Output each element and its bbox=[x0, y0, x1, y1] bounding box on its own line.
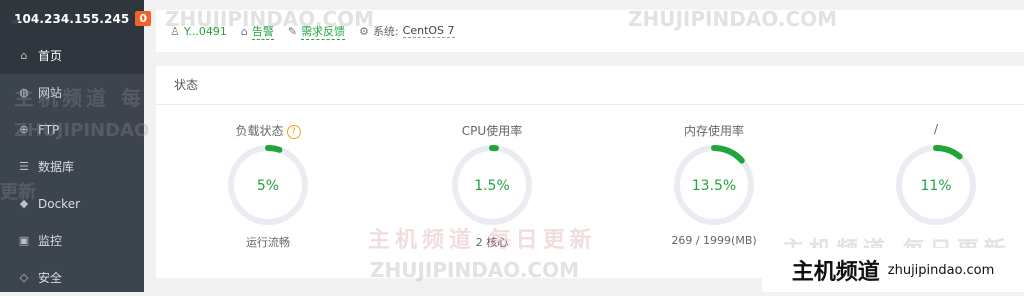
feedback-label: 需求反馈 bbox=[301, 24, 346, 40]
home-icon: ⌂ bbox=[20, 49, 28, 62]
gauge-footer: 2 核心 bbox=[475, 236, 509, 249]
system-info: ⚙ 系统: CentOS 7 bbox=[359, 23, 455, 39]
database-icon: ☰ bbox=[19, 160, 29, 173]
sidebar-item-label: 数据库 bbox=[38, 160, 75, 174]
help-icon[interactable]: ? bbox=[286, 124, 301, 139]
gauge-2[interactable]: 内存使用率 13.5% 269 / 1999(MB) bbox=[634, 122, 794, 247]
sidebar-item-4[interactable]: ◆ Docker bbox=[0, 185, 144, 222]
gauge-label-text: 负载状态 bbox=[235, 124, 284, 138]
sidebar-item-label: 安全 bbox=[38, 271, 63, 285]
gauge-1[interactable]: CPU使用率 1.5% 2 核心 bbox=[412, 122, 572, 250]
gauge-0[interactable]: 负载状态? 5% 运行流畅 bbox=[188, 122, 348, 250]
sidebar-item-1[interactable]: ◍ 网站 bbox=[0, 74, 144, 111]
gauge-label-text: / bbox=[933, 122, 939, 136]
bell-icon: ⌂ bbox=[240, 24, 248, 38]
status-panel: 状态 负载状态? 5% 运行流畅 CPU使用率 1.5% 2 核心 内存使用率 13.5% 26… bbox=[156, 66, 1024, 278]
sidebar-item-5[interactable]: ▣ 监控 bbox=[0, 222, 144, 259]
alarm-label: 告警 bbox=[251, 24, 274, 40]
server-info-bar: ♙ Y...0491 ⌂ 告警 ✎ 需求反馈 ⚙ 系统: CentOS 7 bbox=[156, 10, 1024, 52]
gauge-value: 13.5% bbox=[692, 178, 736, 194]
sidebar-item-2[interactable]: ⊕ FTP bbox=[0, 111, 144, 148]
sidebar-item-label: Docker bbox=[38, 196, 81, 211]
sidebar-item-label: 监控 bbox=[38, 234, 63, 248]
server-header[interactable]: 104.234.155.245 0 bbox=[0, 0, 152, 37]
globe-icon: ◍ bbox=[19, 86, 29, 99]
brand-name: 主机频道 bbox=[791, 259, 880, 285]
gauge-ring: 1.5% bbox=[452, 145, 532, 225]
gauge-3[interactable]: / 11% bbox=[856, 122, 1016, 234]
gauge-ring: 11% bbox=[896, 145, 976, 225]
gauge-label: / bbox=[856, 122, 1016, 138]
gear-icon: ⚙ bbox=[359, 24, 369, 38]
gauge-value: 5% bbox=[257, 178, 279, 194]
user-name: Y...0491 bbox=[183, 24, 227, 38]
server-ip: 104.234.155.245 bbox=[14, 11, 130, 26]
gauge-label: CPU使用率 bbox=[412, 122, 572, 138]
sidebar: 104.234.155.245 0 ⌂ 首页 ◍ 网站 ⊕ FTP ☰ 数据库 ◆ Docker ▣… bbox=[0, 0, 152, 292]
gauge-label-text: 内存使用率 bbox=[683, 124, 744, 138]
notification-badge[interactable]: 0 bbox=[135, 11, 152, 26]
system-value: CentOS 7 bbox=[402, 24, 455, 38]
gauge-value: 11% bbox=[920, 178, 951, 194]
sidebar-item-label: 网站 bbox=[38, 86, 63, 100]
brand-watermark: 主机频道 zhujipindao.com bbox=[762, 248, 1024, 292]
feedback-link[interactable]: ✎ 需求反馈 bbox=[287, 23, 346, 40]
gauge-label: 负载状态? bbox=[188, 122, 348, 139]
sidebar-item-3[interactable]: ☰ 数据库 bbox=[0, 148, 144, 185]
gauge-label-text: CPU使用率 bbox=[461, 124, 523, 138]
docker-icon: ◆ bbox=[19, 197, 29, 210]
gauge-footer: 运行流畅 bbox=[246, 236, 290, 249]
shield-icon: ◇ bbox=[19, 271, 29, 284]
gauge-footer: 269 / 1999(MB) bbox=[671, 234, 757, 247]
status-title: 状态 bbox=[156, 66, 1024, 105]
monitor-icon: ▣ bbox=[18, 234, 30, 247]
gauge-value: 1.5% bbox=[474, 178, 510, 194]
sidebar-item-6[interactable]: ◇ 安全 bbox=[0, 259, 144, 296]
sidebar-nav: ⌂ 首页 ◍ 网站 ⊕ FTP ☰ 数据库 ◆ Docker ▣ 监控 ◇ 安全 bbox=[0, 37, 144, 296]
gauge-ring: 13.5% bbox=[674, 145, 754, 225]
gauge-label: 内存使用率 bbox=[634, 122, 794, 138]
brand-url: zhujipindao.com bbox=[887, 262, 995, 278]
sidebar-item-label: FTP bbox=[38, 122, 60, 137]
ftp-icon: ⊕ bbox=[19, 123, 29, 136]
gauge-ring: 5% bbox=[228, 145, 308, 225]
alarm-link[interactable]: ⌂ 告警 bbox=[241, 23, 274, 40]
sidebar-item-label: 首页 bbox=[38, 49, 63, 63]
system-label: 系统: bbox=[372, 25, 399, 38]
user-icon: ♙ bbox=[170, 24, 180, 38]
sidebar-item-0[interactable]: ⌂ 首页 bbox=[0, 37, 144, 74]
user-info[interactable]: ♙ Y...0491 bbox=[170, 25, 227, 38]
edit-icon: ✎ bbox=[287, 24, 298, 38]
